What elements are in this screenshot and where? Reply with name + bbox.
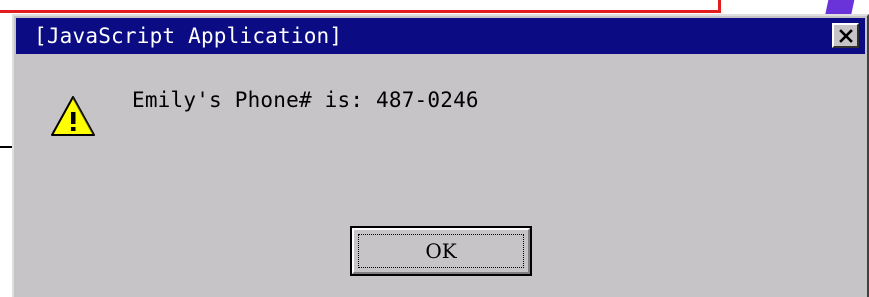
background-red-rule-corner [718, 0, 721, 13]
dialog-title: [JavaScript Application] [34, 24, 343, 48]
background-red-rule [0, 10, 719, 13]
close-button[interactable] [832, 23, 859, 48]
ok-button-label: OK [425, 239, 457, 263]
warning-icon [51, 96, 95, 136]
alert-message: Emily's Phone# is: 487-0246 [132, 88, 479, 112]
title-bar[interactable]: [JavaScript Application] [16, 18, 865, 54]
ok-button[interactable]: OK [350, 226, 532, 276]
alert-dialog: [JavaScript Application] Emily's Phone# … [12, 14, 869, 297]
close-icon [838, 28, 853, 43]
ok-focus-rect: OK [358, 234, 524, 268]
